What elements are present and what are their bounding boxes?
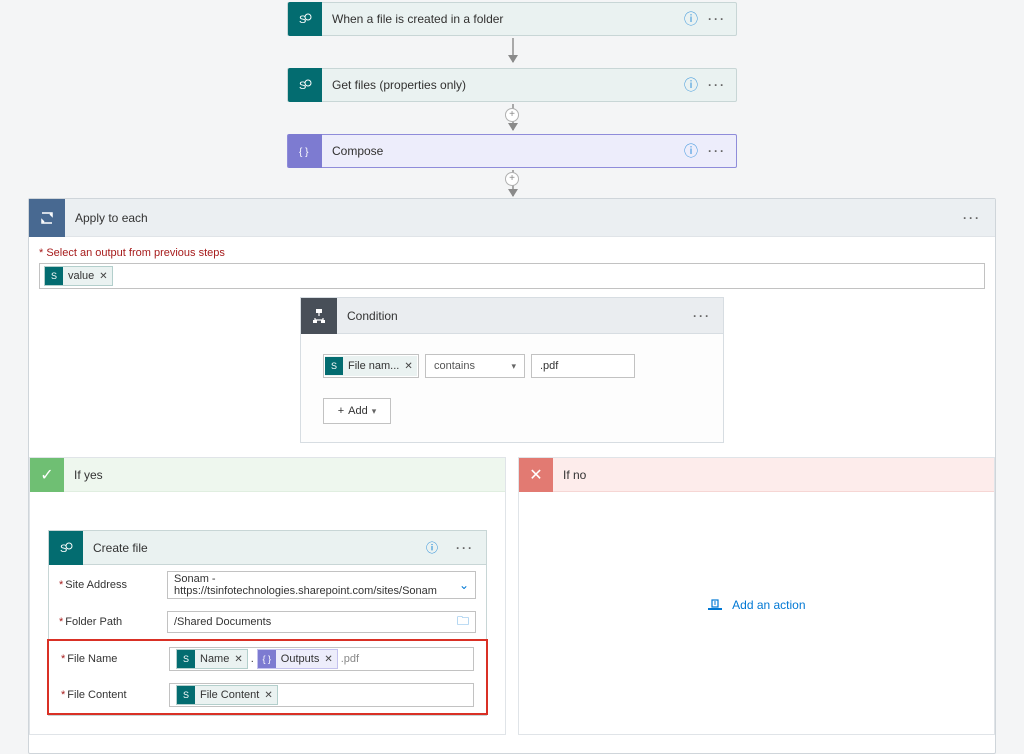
sharepoint-icon: S: [49, 531, 83, 565]
output-label: Select an output from previous steps: [29, 237, 995, 263]
help-icon[interactable]: ⓘ: [678, 75, 704, 95]
file-content-input[interactable]: S File Content ✕: [169, 683, 474, 707]
if-no-branch: ✕ If no Add an action: [518, 457, 995, 735]
filename-suffix: .pdf: [341, 653, 359, 665]
condition-icon: [301, 298, 337, 334]
remove-token-icon[interactable]: ✕: [324, 654, 332, 665]
create-file-card: S Create file ⓘ ··· Site Address Sonam -…: [48, 530, 487, 716]
more-icon[interactable]: ···: [949, 211, 995, 225]
if-yes-header[interactable]: ✓ If yes: [30, 458, 505, 492]
token-outputs[interactable]: { } Outputs ✕: [257, 649, 338, 669]
compose-icon: { }: [258, 650, 276, 668]
folder-path-input[interactable]: /Shared Documents 🗀: [167, 611, 476, 633]
remove-token-icon[interactable]: ✕: [99, 271, 107, 282]
sharepoint-icon: S: [45, 267, 63, 285]
token-filename[interactable]: S File nam... ✕: [325, 356, 417, 376]
sharepoint-icon: S: [177, 650, 195, 668]
token-file-content[interactable]: S File Content ✕: [176, 685, 278, 705]
svg-text:{ }: { }: [299, 147, 309, 158]
step-trigger[interactable]: S When a file is created in a folder ⓘ ·…: [287, 2, 737, 36]
condition-value: .pdf: [540, 360, 558, 372]
condition-card: Condition ··· S File nam... ✕ contains ▾…: [300, 297, 724, 443]
token-label: value: [68, 270, 94, 282]
condition-left-field[interactable]: S File nam... ✕: [323, 354, 419, 378]
step-label: Get files (properties only): [322, 78, 678, 92]
folder-icon[interactable]: 🗀: [457, 612, 469, 633]
add-step-button[interactable]: +: [505, 172, 519, 186]
help-icon[interactable]: ⓘ: [420, 539, 444, 556]
file-content-row: File Content S File Content ✕: [51, 677, 484, 713]
token-value[interactable]: S value ✕: [44, 266, 113, 286]
file-name-label: File Name: [61, 653, 161, 665]
more-icon[interactable]: ···: [704, 144, 736, 158]
chevron-down-icon: ▾: [372, 406, 377, 417]
apply-to-each-container: Apply to each ··· Select an output from …: [28, 198, 996, 754]
step-getfiles[interactable]: S Get files (properties only) ⓘ ···: [287, 68, 737, 102]
compose-icon: { }: [288, 134, 322, 168]
if-no-header[interactable]: ✕ If no: [519, 458, 994, 492]
folder-path-value: /Shared Documents: [174, 616, 271, 628]
more-icon[interactable]: ···: [681, 309, 723, 323]
file-content-label: File Content: [61, 689, 161, 701]
add-action-label: Add an action: [732, 598, 805, 612]
folder-path-label: Folder Path: [59, 616, 159, 628]
condition-value-field[interactable]: .pdf: [531, 354, 635, 378]
remove-token-icon[interactable]: ✕: [234, 654, 242, 665]
site-address-select[interactable]: Sonam - https://tsinfotechnologies.share…: [167, 571, 476, 599]
step-label: Compose: [322, 144, 678, 158]
add-label: Add: [348, 405, 368, 417]
foreach-title: Apply to each: [65, 211, 949, 225]
token-label: Outputs: [281, 653, 320, 665]
folder-path-row: Folder Path /Shared Documents 🗀: [49, 605, 486, 639]
help-icon[interactable]: ⓘ: [678, 141, 704, 161]
site-address-value: Sonam - https://tsinfotechnologies.share…: [174, 573, 469, 597]
condition-header[interactable]: Condition ···: [301, 298, 723, 334]
sharepoint-icon: S: [288, 2, 322, 36]
condition-title: Condition: [337, 309, 681, 323]
condition-row: S File nam... ✕ contains ▾ .pdf: [301, 334, 723, 388]
dot-separator: .: [251, 653, 254, 665]
token-name[interactable]: S Name ✕: [176, 649, 248, 669]
if-no-label: If no: [553, 468, 596, 482]
site-address-row: Site Address Sonam - https://tsinfotechn…: [49, 565, 486, 605]
remove-token-icon[interactable]: ✕: [264, 690, 272, 701]
more-icon[interactable]: ···: [444, 541, 486, 555]
if-yes-label: If yes: [64, 468, 113, 482]
chevron-down-icon: ▾: [511, 361, 516, 372]
plus-icon: +: [338, 405, 344, 417]
more-icon[interactable]: ···: [704, 78, 736, 92]
add-action-area: Add an action: [537, 530, 976, 613]
output-input[interactable]: S value ✕: [39, 263, 985, 289]
close-icon: ✕: [519, 458, 553, 492]
apply-to-each-header[interactable]: Apply to each ···: [29, 199, 995, 237]
step-label: When a file is created in a folder: [322, 12, 678, 26]
token-label: File nam...: [348, 360, 399, 372]
file-name-input[interactable]: S Name ✕ . { } Outputs ✕: [169, 647, 474, 671]
site-address-label: Site Address: [59, 579, 159, 591]
add-action-link[interactable]: Add an action: [707, 598, 805, 612]
connector-arrow: [512, 38, 514, 62]
add-condition-button[interactable]: + Add ▾: [323, 398, 391, 424]
sharepoint-icon: S: [177, 686, 195, 704]
operator-label: contains: [434, 360, 475, 372]
sharepoint-icon: S: [288, 68, 322, 102]
add-action-icon: [707, 599, 723, 613]
sharepoint-icon: S: [325, 357, 343, 375]
token-label: File Content: [200, 689, 259, 701]
remove-token-icon[interactable]: ✕: [404, 361, 412, 372]
loop-icon: [29, 199, 65, 237]
chevron-down-icon: ⌄: [459, 578, 469, 592]
file-name-row: File Name S Name ✕ . { }: [51, 641, 484, 677]
token-label: Name: [200, 653, 229, 665]
add-step-button[interactable]: +: [505, 108, 519, 122]
condition-operator-select[interactable]: contains ▾: [425, 354, 525, 378]
check-icon: ✓: [30, 458, 64, 492]
more-icon[interactable]: ···: [704, 12, 736, 26]
step-compose[interactable]: { } Compose ⓘ ···: [287, 134, 737, 168]
create-file-title: Create file: [83, 541, 420, 555]
if-yes-branch: ✓ If yes S Create file ⓘ ···: [29, 457, 506, 735]
create-file-header[interactable]: S Create file ⓘ ···: [49, 531, 486, 565]
help-icon[interactable]: ⓘ: [678, 9, 704, 29]
